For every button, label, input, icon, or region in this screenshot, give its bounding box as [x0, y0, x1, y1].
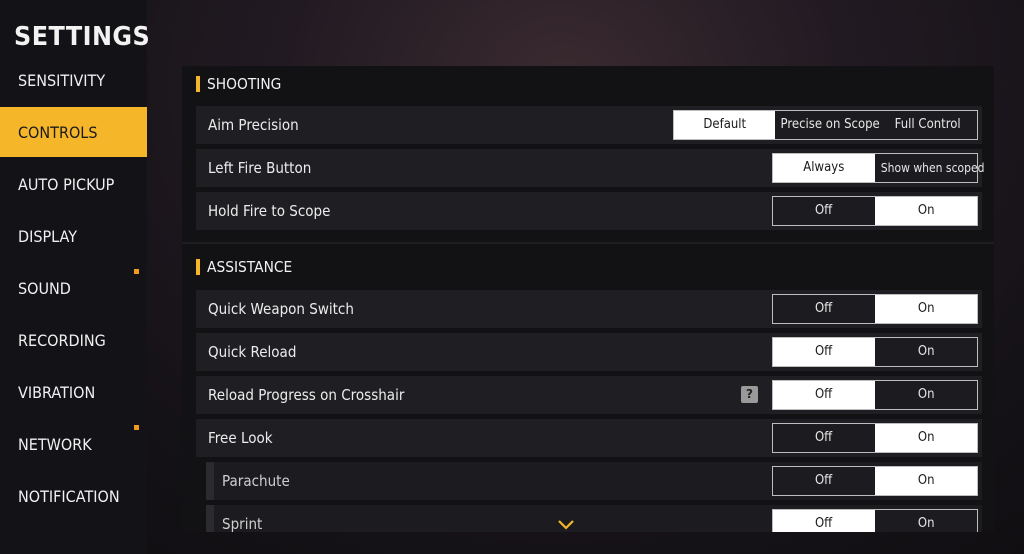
- option-off[interactable]: Off: [773, 338, 875, 366]
- setting-row-sprint: Sprint Off On: [206, 505, 982, 532]
- sidebar-item-label: AUTO PICKUP: [18, 174, 115, 194]
- setting-row-parachute: Parachute Off On: [206, 462, 982, 500]
- help-icon[interactable]: ?: [741, 386, 758, 403]
- option-off[interactable]: Off: [773, 467, 875, 495]
- option-off[interactable]: Off: [773, 510, 875, 532]
- option-on[interactable]: On: [875, 338, 977, 366]
- section-accent-bar: [196, 76, 200, 92]
- controls-panel: SHOOTING Aim Precision Default Precise o…: [182, 66, 994, 532]
- option-off[interactable]: Off: [773, 381, 875, 409]
- setting-row-hold-fire-to-scope: Hold Fire to Scope Off On: [196, 192, 982, 230]
- setting-label: Quick Reload: [208, 343, 297, 361]
- sidebar-item-label: SOUND: [18, 278, 71, 298]
- sprint-toggle: Off On: [772, 509, 978, 532]
- sidebar-item-recording[interactable]: RECORDING: [0, 315, 147, 365]
- setting-row-left-fire-button: Left Fire Button Always Show when scoped: [196, 149, 985, 187]
- option-on[interactable]: On: [875, 424, 977, 452]
- setting-row-reload-progress-on-crosshair: Reload Progress on Crosshair ? Off On: [196, 376, 982, 414]
- sidebar-item-sensitivity[interactable]: SENSITIVITY: [0, 55, 147, 105]
- sub-setting-indent: [206, 462, 214, 500]
- setting-label: Sprint: [222, 515, 263, 532]
- option-on[interactable]: On: [875, 381, 977, 409]
- section-header-shooting: SHOOTING: [196, 73, 288, 95]
- sub-setting-indent: [206, 505, 214, 532]
- setting-label: Quick Weapon Switch: [208, 300, 354, 318]
- quick-weapon-switch-toggle: Off On: [772, 294, 978, 324]
- option-default[interactable]: Default: [674, 111, 775, 139]
- hold-fire-to-scope-toggle: Off On: [772, 196, 978, 226]
- sidebar-item-sound[interactable]: SOUND: [0, 263, 147, 313]
- setting-label: Parachute: [222, 472, 290, 490]
- sidebar-item-vibration[interactable]: VIBRATION: [0, 367, 147, 417]
- sidebar-item-label: SENSITIVITY: [18, 70, 106, 90]
- setting-label: Hold Fire to Scope: [208, 202, 331, 220]
- settings-sidebar: SETTINGS SENSITIVITY CONTROLS AUTO PICKU…: [0, 0, 151, 554]
- parachute-toggle: Off On: [772, 466, 978, 496]
- option-off[interactable]: Off: [773, 197, 875, 225]
- section-accent-bar: [196, 259, 200, 275]
- option-show-when-scoped[interactable]: Show when scoped: [875, 154, 985, 182]
- quick-reload-toggle: Off On: [772, 337, 978, 367]
- notification-dot: [134, 269, 139, 274]
- setting-label: Reload Progress on Crosshair: [208, 386, 405, 404]
- option-on[interactable]: On: [875, 510, 977, 532]
- setting-row-free-look: Free Look Off On: [196, 419, 982, 457]
- setting-row-aim-precision: Aim Precision Default Precise on Scope F…: [196, 106, 982, 144]
- sidebar-item-auto-pickup[interactable]: AUTO PICKUP: [0, 159, 147, 209]
- option-on[interactable]: On: [875, 197, 977, 225]
- setting-row-quick-reload: Quick Reload Off On: [196, 333, 982, 371]
- section-title: ASSISTANCE: [207, 258, 293, 276]
- sidebar-item-controls[interactable]: CONTROLS: [0, 107, 147, 157]
- option-off[interactable]: Off: [773, 295, 875, 323]
- settings-title: SETTINGS: [14, 22, 151, 52]
- option-on[interactable]: On: [875, 295, 977, 323]
- setting-label: Aim Precision: [208, 116, 299, 134]
- sidebar-item-display[interactable]: DISPLAY: [0, 211, 147, 261]
- option-off[interactable]: Off: [773, 424, 875, 452]
- sidebar-item-label: NOTIFICATION: [18, 486, 120, 506]
- aim-precision-selector: Default Precise on Scope Full Control: [673, 110, 978, 140]
- sidebar-item-label: NETWORK: [18, 434, 92, 454]
- option-precise-on-scope[interactable]: Precise on Scope: [775, 111, 880, 139]
- sidebar-item-notification[interactable]: NOTIFICATION: [0, 425, 147, 521]
- option-always[interactable]: Always: [773, 154, 875, 182]
- option-full-control[interactable]: Full Control: [879, 111, 977, 139]
- sidebar-item-label: VIBRATION: [18, 382, 96, 402]
- section-title: SHOOTING: [207, 75, 282, 93]
- setting-label: Free Look: [208, 429, 273, 447]
- sidebar-item-label: CONTROLS: [18, 122, 98, 142]
- reload-progress-toggle: Off On: [772, 380, 978, 410]
- left-fire-button-selector: Always Show when scoped: [772, 153, 985, 183]
- sidebar-item-label: RECORDING: [18, 330, 106, 350]
- setting-label: Left Fire Button: [208, 159, 312, 177]
- section-header-assistance: ASSISTANCE: [196, 256, 300, 278]
- chevron-down-icon[interactable]: [558, 520, 574, 530]
- setting-row-quick-weapon-switch: Quick Weapon Switch Off On: [196, 290, 982, 328]
- section-divider: [182, 242, 994, 244]
- option-on[interactable]: On: [875, 467, 977, 495]
- sidebar-item-network[interactable]: NETWORK: [0, 419, 147, 469]
- free-look-toggle: Off On: [772, 423, 978, 453]
- sidebar-item-label: DISPLAY: [18, 226, 78, 246]
- notification-dot: [134, 425, 139, 430]
